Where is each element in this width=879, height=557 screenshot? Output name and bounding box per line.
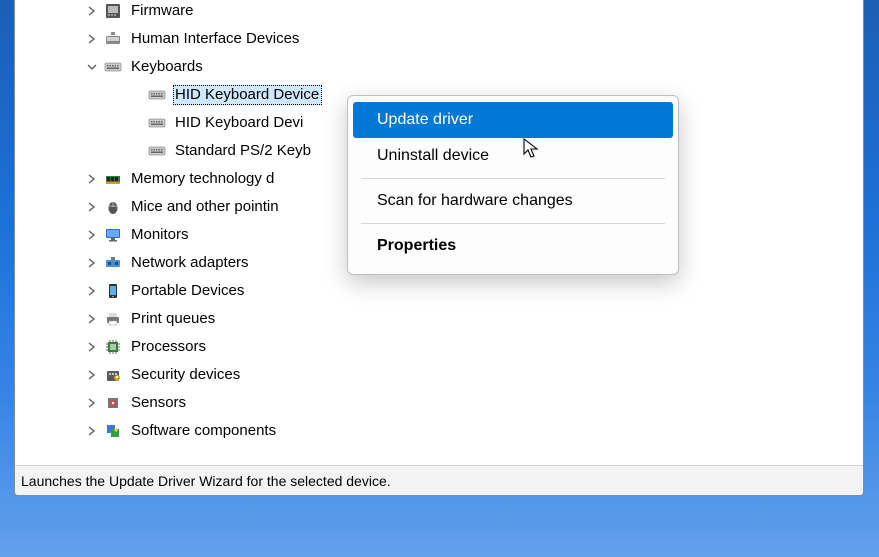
software-icon xyxy=(103,421,123,441)
hid-icon xyxy=(103,29,123,49)
menu-item-scan-hardware[interactable]: Scan for hardware changes xyxy=(353,183,673,219)
menu-separator xyxy=(361,223,665,224)
tree-label: Human Interface Devices xyxy=(129,29,302,49)
tree-item-security[interactable]: Security devices xyxy=(15,361,863,389)
tree-item-sensors[interactable]: Sensors xyxy=(15,389,863,417)
tree-label: Firmware xyxy=(129,1,197,21)
tree-item-print-queues[interactable]: Print queues xyxy=(15,305,863,333)
tree-label: Mice and other pointin xyxy=(129,197,282,217)
context-menu: Update driver Uninstall device Scan for … xyxy=(347,95,679,275)
chevron-right-icon xyxy=(85,424,99,438)
chevron-right-icon xyxy=(85,228,99,242)
chevron-right-icon xyxy=(85,340,99,354)
sensor-icon xyxy=(103,393,123,413)
cpu-icon xyxy=(103,337,123,357)
tree-label: Network adapters xyxy=(129,253,252,273)
tree-item-portable[interactable]: Portable Devices xyxy=(15,277,863,305)
keyboard-icon xyxy=(147,141,167,161)
tree-item-firmware[interactable]: Firmware xyxy=(15,0,863,25)
portable-icon xyxy=(103,281,123,301)
tree-item-hid[interactable]: Human Interface Devices xyxy=(15,25,863,53)
tree-label: Memory technology d xyxy=(129,169,277,189)
chevron-right-icon xyxy=(85,396,99,410)
chevron-right-icon xyxy=(85,32,99,46)
tree-label: Software components xyxy=(129,421,279,441)
tree-item-software-components[interactable]: Software components xyxy=(15,417,863,445)
memory-icon xyxy=(103,169,123,189)
chevron-right-icon xyxy=(85,256,99,270)
tree-label: Monitors xyxy=(129,225,192,245)
printer-icon xyxy=(103,309,123,329)
menu-label: Properties xyxy=(377,237,456,255)
security-icon xyxy=(103,365,123,385)
tree-label: Print queues xyxy=(129,309,218,329)
tree-label: Keyboards xyxy=(129,57,206,77)
chevron-right-icon xyxy=(85,4,99,18)
mouse-icon xyxy=(103,197,123,217)
tree-item-keyboards[interactable]: Keyboards xyxy=(15,53,863,81)
keyboard-icon xyxy=(103,57,123,77)
device-manager-window: Firmware Human Interface Devices Keyboar… xyxy=(14,0,864,496)
tree-label: Processors xyxy=(129,337,209,357)
tree-label-selected: HID Keyboard Device xyxy=(173,85,322,105)
chevron-right-icon xyxy=(85,368,99,382)
tree-label: Security devices xyxy=(129,365,243,385)
chevron-right-icon xyxy=(85,284,99,298)
monitor-icon xyxy=(103,225,123,245)
menu-label: Uninstall device xyxy=(377,147,489,165)
menu-label: Scan for hardware changes xyxy=(377,192,573,210)
status-bar: Launches the Update Driver Wizard for th… xyxy=(15,465,863,495)
tree-label: Portable Devices xyxy=(129,281,247,301)
keyboard-icon xyxy=(147,85,167,105)
tree-label: Sensors xyxy=(129,393,189,413)
menu-item-update-driver[interactable]: Update driver xyxy=(353,102,673,138)
menu-separator xyxy=(361,178,665,179)
menu-item-uninstall-device[interactable]: Uninstall device xyxy=(353,138,673,174)
chevron-right-icon xyxy=(85,172,99,186)
chevron-right-icon xyxy=(85,200,99,214)
tree-label: Standard PS/2 Keyb xyxy=(173,141,314,161)
menu-item-properties[interactable]: Properties xyxy=(353,228,673,264)
status-text: Launches the Update Driver Wizard for th… xyxy=(21,473,391,489)
tree-item-processors[interactable]: Processors xyxy=(15,333,863,361)
chevron-right-icon xyxy=(85,312,99,326)
firmware-icon xyxy=(103,1,123,21)
tree-label: HID Keyboard Devi xyxy=(173,113,306,133)
network-icon xyxy=(103,253,123,273)
menu-label: Update driver xyxy=(377,111,473,129)
chevron-down-icon xyxy=(85,60,99,74)
keyboard-icon xyxy=(147,113,167,133)
